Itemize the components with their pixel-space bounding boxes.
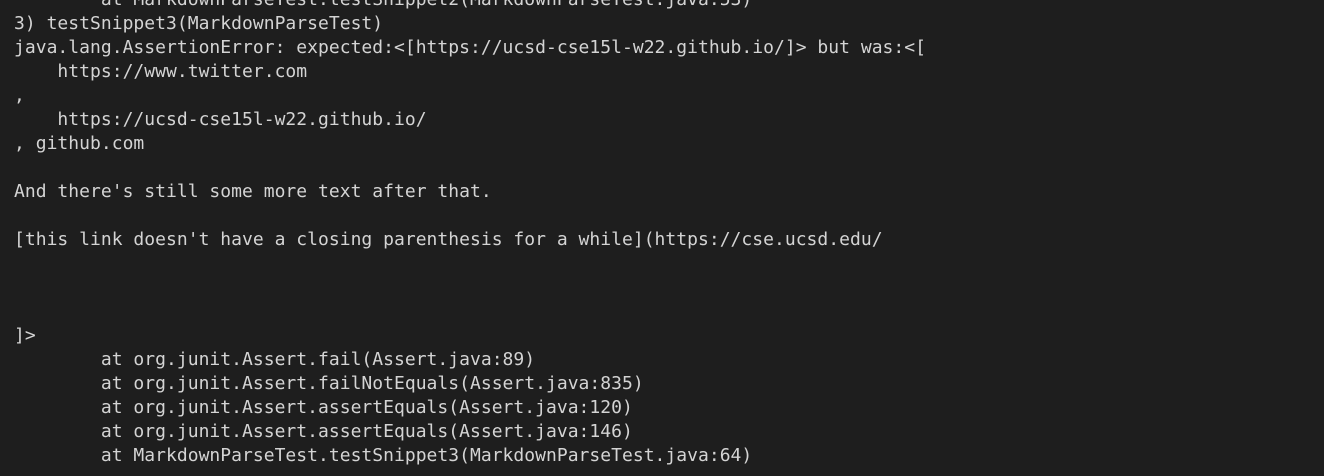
failure-header-line: 3) testSnippet3(MarkdownParseTest) <box>14 13 384 34</box>
actual-value-line: , <box>14 85 25 106</box>
terminal-window[interactable]: at MarkdownParseTest.testSnippet2(Markdo… <box>0 0 1324 476</box>
stack-trace-line: at org.junit.Assert.failNotEquals(Assert… <box>14 373 644 394</box>
actual-value-line: , github.com <box>14 133 145 154</box>
stack-trace-line: at MarkdownParseTest.testSnippet3(Markdo… <box>14 445 753 466</box>
stack-trace-line-partial: at MarkdownParseTest.testSnippet2(Markdo… <box>14 0 1324 12</box>
actual-value-line: https://ucsd-cse15l-w22.github.io/ <box>14 109 427 130</box>
stack-trace-line: at org.junit.Assert.assertEquals(Assert.… <box>14 397 633 418</box>
stack-trace-line: at org.junit.Assert.fail(Assert.java:89) <box>14 349 536 370</box>
actual-value-line: And there's still some more text after t… <box>14 181 492 202</box>
actual-value-line: [this link doesn't have a closing parent… <box>14 229 883 250</box>
assertion-error-line: java.lang.AssertionError: expected:<[htt… <box>14 37 926 58</box>
actual-value-end-line: ]> <box>14 325 36 346</box>
stack-trace-line: at org.junit.Assert.assertEquals(Assert.… <box>14 421 633 442</box>
actual-value-line: https://www.twitter.com <box>14 61 308 82</box>
terminal-output: at MarkdownParseTest.testSnippet2(Markdo… <box>14 0 1324 468</box>
